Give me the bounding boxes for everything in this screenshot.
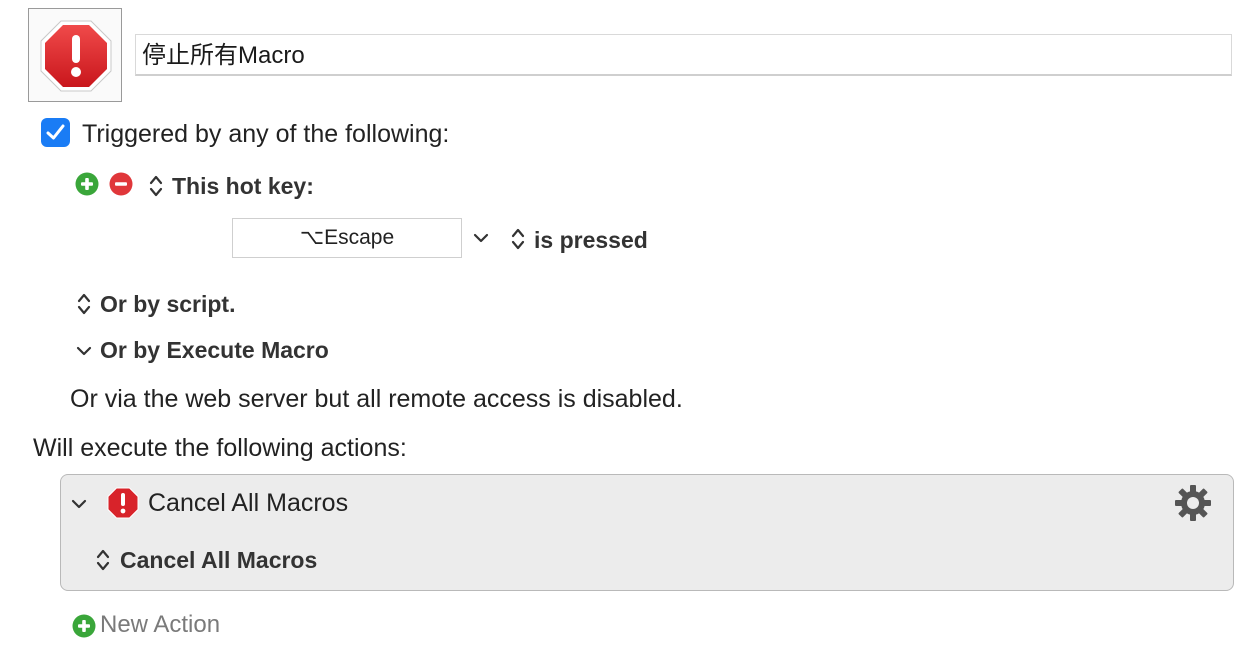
hotkey-section-label: This hot key:: [172, 173, 314, 199]
trigger-checkbox[interactable]: [41, 118, 70, 147]
updown-chevron-icon: [77, 293, 91, 315]
updown-chevron-icon: [511, 228, 525, 250]
new-action-add-icon[interactable]: [72, 614, 96, 638]
plus-circle-icon: [72, 614, 96, 638]
hotkey-dropdown-button[interactable]: [471, 228, 491, 248]
script-trigger-label[interactable]: Or by script.: [100, 289, 235, 319]
action-collapse-button[interactable]: [69, 494, 89, 514]
chevron-down-icon: [473, 233, 489, 243]
updown-chevron-icon: [149, 175, 163, 197]
execute-macro-label[interactable]: Or by Execute Macro: [100, 335, 329, 365]
action-gear-button[interactable]: [1174, 484, 1212, 522]
remove-trigger-button[interactable]: [109, 172, 133, 196]
trigger-label: Triggered by any of the following:: [82, 120, 450, 148]
hotkey-field[interactable]: ⌥Escape: [232, 218, 462, 258]
stop-sign-icon: [107, 487, 139, 519]
stop-sign-icon: [40, 20, 112, 92]
action-option-popup[interactable]: [95, 547, 111, 573]
macro-icon-well[interactable]: [28, 8, 122, 102]
chevron-down-icon: [76, 346, 92, 356]
trigger-type-popup[interactable]: [148, 173, 164, 199]
action-option-label[interactable]: Cancel All Macros: [120, 545, 317, 575]
execute-macro-disclosure[interactable]: [74, 341, 94, 361]
hotkey-condition-popup[interactable]: [510, 226, 526, 252]
actions-header: Will execute the following actions:: [33, 434, 407, 462]
add-trigger-button[interactable]: [75, 172, 99, 196]
web-server-text: Or via the web server but all remote acc…: [70, 385, 683, 413]
macro-name-field[interactable]: 停止所有Macro: [135, 34, 1232, 76]
chevron-down-icon: [71, 499, 87, 509]
gear-icon: [1175, 485, 1211, 521]
action-item[interactable]: Cancel All Macros Cancel All Macros: [60, 474, 1234, 591]
checkmark-icon: [46, 124, 65, 140]
script-trigger-popup[interactable]: [76, 291, 92, 317]
plus-circle-icon: [75, 172, 99, 196]
updown-chevron-icon: [96, 549, 110, 571]
minus-circle-icon: [109, 172, 133, 196]
action-title: Cancel All Macros: [148, 489, 349, 517]
hotkey-condition-label: is pressed: [534, 227, 648, 253]
action-icon: [107, 487, 139, 519]
new-action-button[interactable]: New Action: [100, 609, 220, 641]
